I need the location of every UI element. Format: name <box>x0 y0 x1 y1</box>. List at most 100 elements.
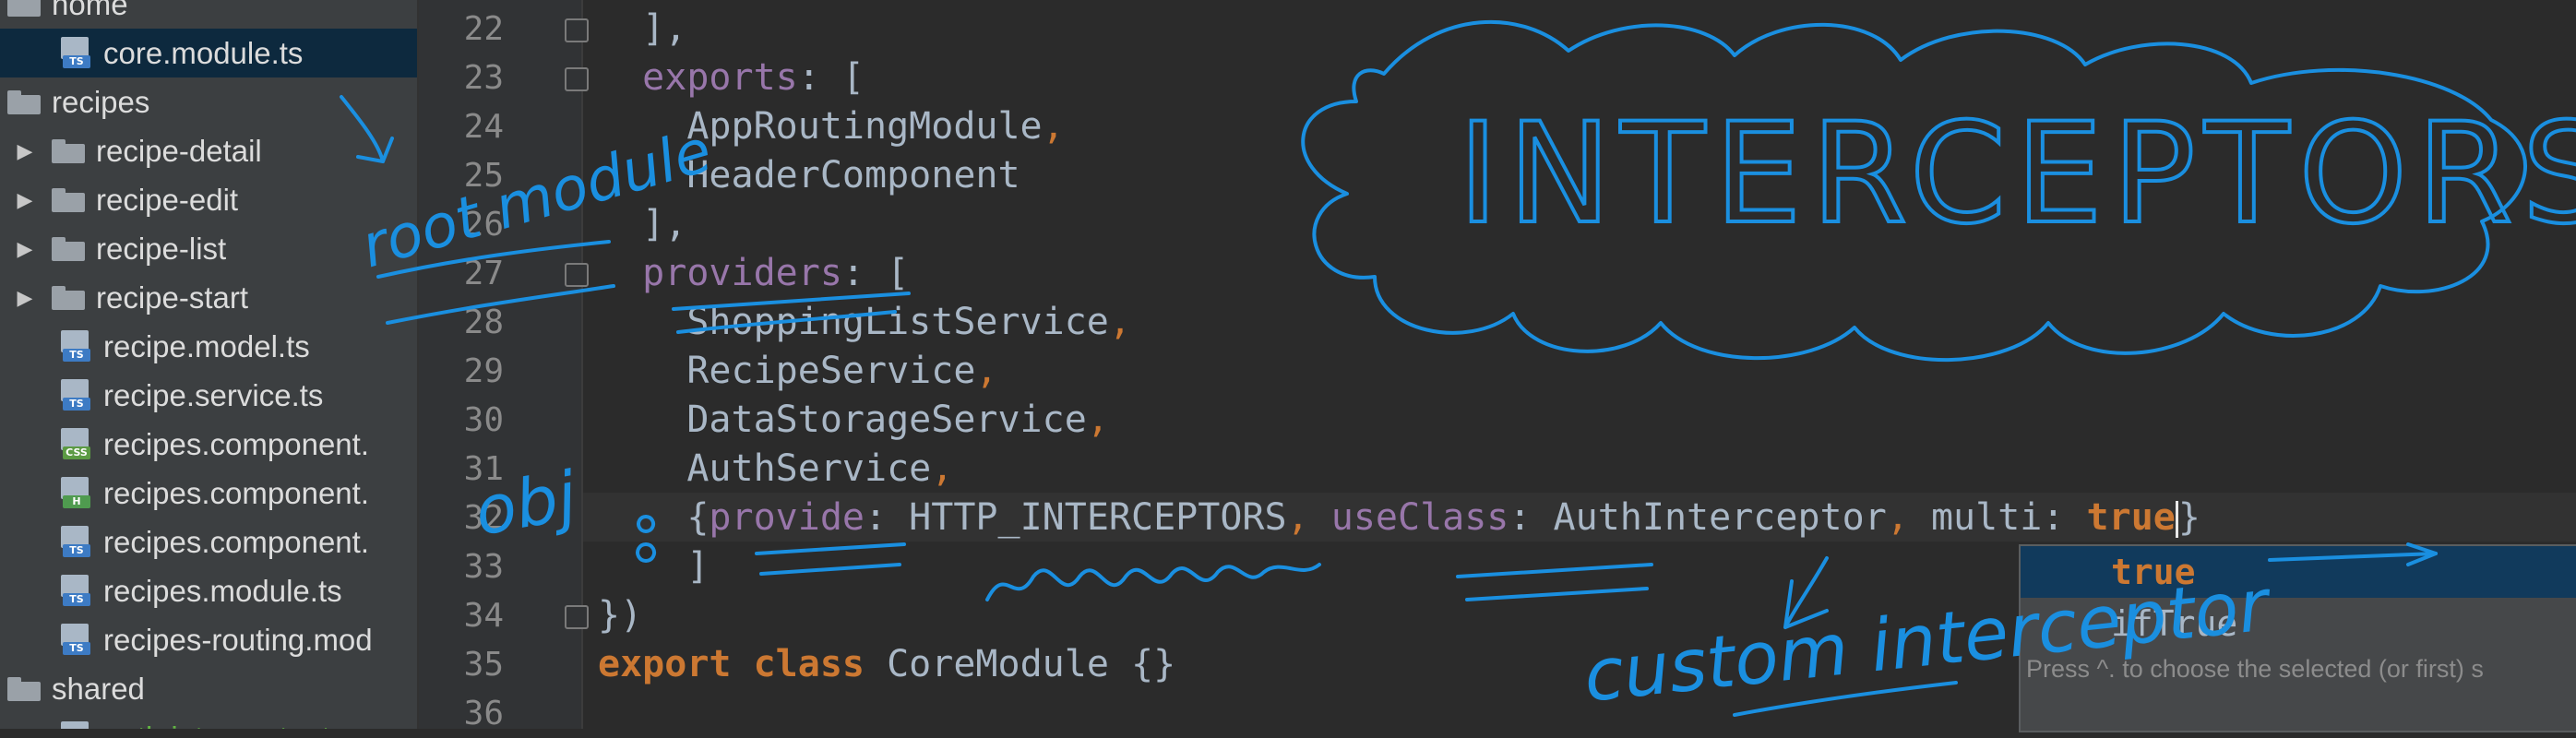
expand-arrow-icon[interactable]: ▶ <box>15 286 35 309</box>
cloud-outline <box>1301 19 2527 363</box>
folder-icon <box>52 138 85 163</box>
folder-icon <box>7 0 41 17</box>
code-line[interactable]: ], <box>598 200 686 249</box>
code-token: RecipeService <box>598 350 976 392</box>
code-token: }) <box>598 594 643 637</box>
code-token: { <box>598 496 710 539</box>
tree-file[interactable]: TS auth.interceptor.ts <box>0 713 417 729</box>
code-token: , <box>1086 399 1109 441</box>
file-icon: TS <box>61 525 92 559</box>
tree-item-label: recipes.module.ts <box>103 573 342 608</box>
folder-icon <box>7 676 41 701</box>
code-token: CoreModule {} <box>887 643 1176 685</box>
tree-item-label: recipe.service.ts <box>103 377 324 412</box>
code-line[interactable]: }) <box>598 591 642 640</box>
code-token: export class <box>598 643 888 685</box>
tree-file[interactable]: TS core.module.ts <box>0 29 417 77</box>
code-token: true <box>2086 496 2176 539</box>
code-token: ShoppingListService <box>598 301 1109 343</box>
line-number: 28 <box>463 304 504 341</box>
tree-file[interactable]: Hrecipes.component. <box>0 469 417 518</box>
tree-folder[interactable]: ▶ recipe-list <box>0 224 417 273</box>
file-icon: TS <box>61 36 92 70</box>
expand-arrow-icon[interactable]: ▶ <box>15 188 35 211</box>
code-token: ], <box>598 203 687 245</box>
code-token: AppRoutingModule <box>598 105 1043 148</box>
tree-item-label: recipes-routing.mod <box>103 622 373 657</box>
code-line[interactable]: providers: [ <box>598 249 909 298</box>
line-number: 31 <box>463 450 504 488</box>
code-line[interactable]: HeaderComponent <box>598 151 1020 200</box>
code-token: AuthService <box>598 447 932 490</box>
file-icon: TS <box>61 574 92 608</box>
line-number: 33 <box>463 548 504 586</box>
code-line[interactable]: {provide: HTTP_INTERCEPTORS, useClass: A… <box>598 494 2200 542</box>
expand-arrow-icon[interactable]: ▶ <box>15 237 35 260</box>
expand-arrow-icon[interactable]: ▶ <box>15 139 35 162</box>
fold-marker-icon[interactable] <box>565 67 589 91</box>
file-icon: CSS <box>61 427 92 461</box>
code-line[interactable]: AuthService, <box>598 445 953 494</box>
line-number: 32 <box>463 499 504 537</box>
tree-file[interactable]: TS recipe.model.ts <box>0 322 417 371</box>
underline-provide-2 <box>759 563 901 576</box>
code-token: useClass <box>1330 496 1509 539</box>
tree-folder[interactable]: ▶ recipe-detail <box>0 126 417 175</box>
code-line[interactable]: ], <box>598 5 686 54</box>
code-token: , <box>1286 496 1331 539</box>
code-token: , <box>1042 105 1065 148</box>
tree-file[interactable]: TS recipe.service.ts <box>0 371 417 420</box>
fold-marker-icon[interactable] <box>565 18 589 42</box>
tree-file[interactable]: TS recipes.module.ts <box>0 566 417 615</box>
fold-marker-icon[interactable] <box>565 605 589 629</box>
code-line[interactable]: ShoppingListService, <box>598 298 1131 347</box>
tree-item-label: recipes.component. <box>103 426 369 461</box>
autocomplete-item[interactable]: ifTrue <box>2021 598 2576 649</box>
tree-item-label: recipe-start <box>96 280 249 315</box>
code-line[interactable]: exports: [ <box>598 54 865 102</box>
code-token: ] <box>598 545 710 588</box>
line-number: 27 <box>463 255 504 292</box>
tree-folder[interactable]: recipes <box>0 77 417 126</box>
tree-folder[interactable]: ▶ recipe-edit <box>0 175 417 224</box>
code-token: providers <box>642 252 842 294</box>
tree-file[interactable]: CSS recipes.component. <box>0 420 417 469</box>
code-token: exports <box>642 56 798 99</box>
annotation-title: INTERCEPTORS <box>1458 94 2576 255</box>
fold-marker-icon[interactable] <box>565 263 589 287</box>
autocomplete-popup[interactable]: true ifTrue Press ^. to choose the selec… <box>2019 544 2576 732</box>
line-number: 35 <box>463 646 504 684</box>
tree-file[interactable]: TS recipes-routing.mod <box>0 615 417 664</box>
code-token: DataStorageService <box>598 399 1087 441</box>
line-number: 26 <box>463 206 504 244</box>
folder-icon <box>7 89 41 114</box>
tree-folder[interactable]: ▶ recipe-start <box>0 273 417 322</box>
code-line[interactable]: DataStorageService, <box>598 396 1109 445</box>
code-line[interactable]: export class CoreModule {} <box>598 640 1175 689</box>
code-token: , <box>1886 496 1931 539</box>
squiggle-http <box>985 563 1321 601</box>
code-token: multi: <box>1930 496 2087 539</box>
code-token: : [ <box>841 252 910 294</box>
tree-item-label: recipes <box>52 84 150 119</box>
tree-item-label: auth.interceptor.ts <box>103 720 345 730</box>
code-line[interactable]: ] <box>598 542 709 591</box>
file-icon: TS <box>61 720 92 729</box>
tree-item-label: recipe-list <box>96 231 227 266</box>
tree-folder[interactable]: home <box>0 0 417 29</box>
tree-item-label: core.module.ts <box>103 35 304 70</box>
tree-item-label: recipe-edit <box>96 182 239 217</box>
line-number: 24 <box>463 108 504 146</box>
code-line[interactable]: RecipeService, <box>598 347 997 396</box>
autocomplete-item[interactable]: true <box>2021 546 2576 598</box>
arrow-custom <box>1783 556 1829 629</box>
tree-item-label: recipes.component. <box>103 475 369 510</box>
line-number: 29 <box>463 352 504 390</box>
tree-folder[interactable]: shared <box>0 664 417 713</box>
code-line[interactable]: AppRoutingModule, <box>598 102 1065 151</box>
code-token: : HTTP_INTERCEPTORS <box>865 496 1287 539</box>
tree-item-label: recipe.model.ts <box>103 328 310 363</box>
tree-file[interactable]: TS recipes.component. <box>0 518 417 566</box>
